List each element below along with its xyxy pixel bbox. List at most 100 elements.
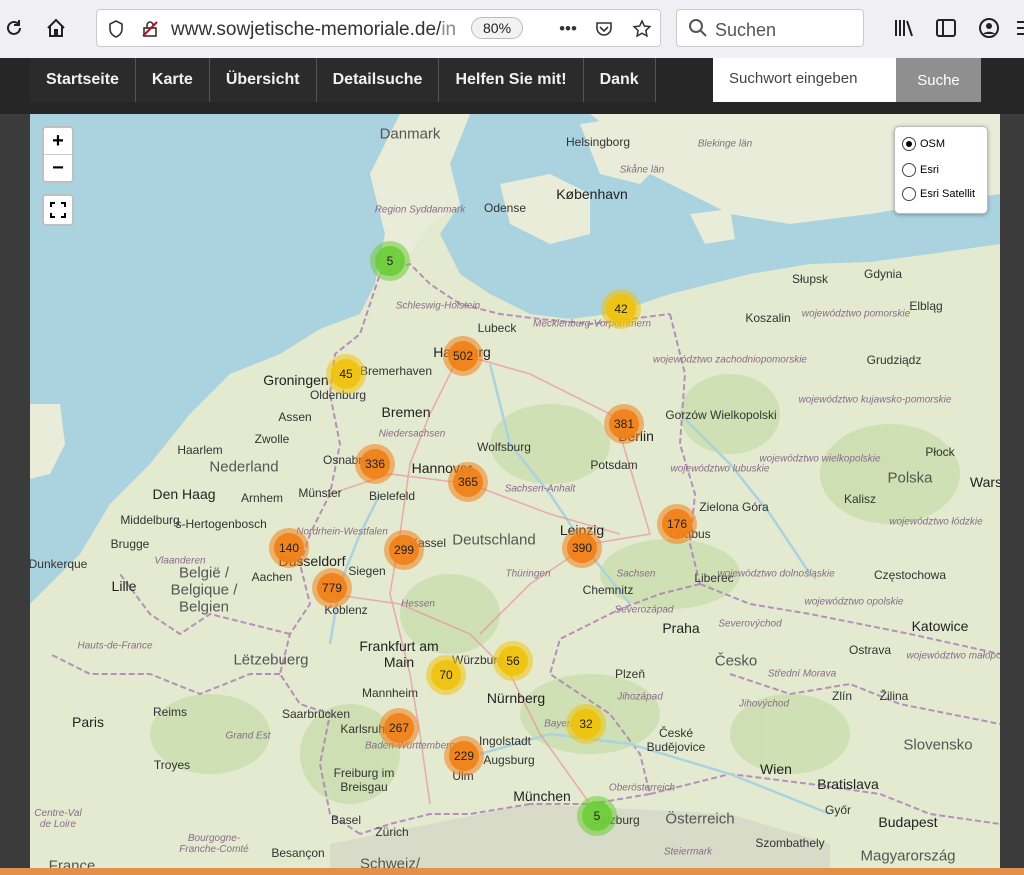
map-label: Hauts-de-France: [77, 640, 153, 652]
marker-cluster[interactable]: 56: [493, 641, 533, 681]
map-label: Wolfsburg: [477, 440, 531, 454]
map-label: Deutschland: [452, 531, 536, 549]
map-label: Bremerhaven: [359, 364, 433, 378]
nav-detailsuche[interactable]: Detailsuche: [316, 58, 440, 102]
map-label: Jihovýchod: [738, 698, 790, 710]
shield-icon[interactable]: [105, 18, 127, 40]
layer-option-osm[interactable]: OSM: [902, 137, 945, 151]
map-label: Žilina: [879, 689, 909, 703]
map-label: België / Belgique / Belgien: [170, 564, 238, 616]
menu-icon[interactable]: [1010, 14, 1024, 42]
map-label: Nordrhein-Westfalen: [296, 526, 388, 538]
more-icon[interactable]: •••: [557, 18, 579, 40]
marker-cluster[interactable]: 390: [562, 528, 602, 568]
map-label: województwo dolnośląskie: [717, 568, 835, 580]
map-label: Elbląg: [909, 299, 943, 313]
marker-cluster[interactable]: 779: [312, 568, 352, 608]
map-label: Troyes: [153, 758, 191, 772]
zoom-control: + −: [42, 126, 74, 183]
map-label: Częstochowa: [873, 568, 947, 582]
map-view[interactable]: Danmark Helsingborg Skåne län København …: [30, 114, 1000, 868]
marker-cluster[interactable]: 42: [601, 289, 641, 329]
marker-cluster[interactable]: 5: [370, 241, 410, 281]
map-label: województwo opolskie: [804, 596, 904, 608]
map-label: Groningen: [263, 372, 329, 388]
map-label: Potsdam: [590, 458, 638, 472]
marker-cluster[interactable]: 45: [326, 354, 366, 394]
nav-dank[interactable]: Dank: [583, 58, 656, 102]
nav-menu: Startseite Karte Übersicht Detailsuche H…: [30, 58, 656, 114]
map-label: München: [513, 788, 571, 804]
fullscreen-button[interactable]: [42, 194, 74, 226]
map-label: Szombathely: [755, 836, 825, 850]
map-label: Lëtzebuerg: [233, 651, 309, 669]
map-label: Budapest: [878, 814, 938, 830]
map-label: Niedersachsen: [378, 428, 446, 440]
marker-cluster[interactable]: 502: [443, 336, 483, 376]
map-label: Ostrava: [848, 643, 892, 657]
map-label: Bratislava: [817, 776, 879, 792]
map-label: Lille: [111, 578, 137, 594]
radio-esri-satellit[interactable]: [902, 187, 916, 201]
marker-cluster[interactable]: 381: [604, 404, 644, 444]
map-label: Aachen: [251, 570, 293, 584]
reload-icon[interactable]: [0, 14, 28, 42]
map-label: Severovýchod: [718, 618, 782, 630]
marker-cluster[interactable]: 70: [426, 655, 466, 695]
map-label: Lubeck: [477, 321, 517, 335]
map-label: Region Syddanmark: [374, 204, 466, 216]
map-label: Zielona Góra: [699, 500, 769, 514]
marker-cluster[interactable]: 267: [379, 708, 419, 748]
marker-cluster[interactable]: 336: [355, 444, 395, 484]
nav-uebersicht[interactable]: Übersicht: [209, 58, 317, 102]
map-label: województwo lubuskie: [670, 463, 770, 475]
pocket-icon[interactable]: [593, 18, 615, 40]
map-label: Płock: [925, 445, 955, 459]
marker-cluster[interactable]: 229: [444, 736, 484, 776]
marker-cluster[interactable]: 365: [448, 462, 488, 502]
map-label: Střední Morava: [767, 668, 837, 680]
marker-cluster[interactable]: 299: [384, 530, 424, 570]
map-label: województwo pomorskie: [801, 308, 911, 320]
insecure-lock-icon[interactable]: [139, 18, 161, 40]
map-label: Haarlem: [177, 443, 223, 457]
zoom-in-button[interactable]: +: [44, 128, 72, 155]
marker-cluster[interactable]: 5: [577, 796, 617, 836]
radio-osm[interactable]: [902, 137, 916, 151]
layer-option-esri-satellit[interactable]: Esri Satellit: [902, 187, 975, 201]
map-label: Dunkerque: [30, 557, 88, 571]
map-label: Schweiz/: [359, 855, 421, 869]
site-search-input[interactable]: Suchwort eingeben: [713, 58, 896, 102]
nav-karte[interactable]: Karte: [135, 58, 210, 102]
nav-startseite[interactable]: Startseite: [30, 58, 136, 102]
account-icon[interactable]: [975, 14, 1003, 42]
browser-search-box[interactable]: Suchen: [676, 9, 864, 47]
map-label: województwo małopolskie: [906, 650, 1000, 662]
map-label: Nederland: [209, 458, 279, 476]
zoom-out-button[interactable]: −: [44, 155, 72, 181]
url-bar[interactable]: www.sowjetische-memoriale.de/in 80% •••: [96, 9, 661, 47]
map-label: Győr: [824, 803, 852, 817]
layer-option-esri[interactable]: Esri: [902, 163, 939, 177]
sidebar-icon[interactable]: [932, 14, 960, 42]
site-search: Suchwort eingeben Suche: [713, 58, 981, 102]
map-label: Slovensko: [903, 736, 973, 754]
radio-esri[interactable]: [902, 163, 916, 177]
site-search-button[interactable]: Suche: [896, 58, 981, 102]
home-icon[interactable]: [42, 14, 70, 42]
star-icon[interactable]: [631, 18, 653, 40]
map-label: 's-Hertogenbosch: [173, 517, 267, 531]
map-label: Mannheim: [361, 686, 419, 700]
marker-cluster[interactable]: 140: [269, 528, 309, 568]
map-label: Centre-Val de Loire: [34, 808, 82, 830]
zoom-level[interactable]: 80%: [471, 17, 524, 39]
map-label: Münster: [298, 486, 342, 500]
marker-cluster[interactable]: 176: [657, 504, 697, 544]
library-icon[interactable]: [890, 14, 918, 42]
bottom-accent-bar: [0, 868, 1024, 875]
nav-helfen[interactable]: Helfen Sie mit!: [439, 58, 584, 102]
map-label: Paris: [72, 714, 104, 730]
fullscreen-icon: [50, 202, 66, 218]
marker-cluster[interactable]: 32: [566, 704, 606, 744]
map-label: Wien: [760, 761, 792, 777]
